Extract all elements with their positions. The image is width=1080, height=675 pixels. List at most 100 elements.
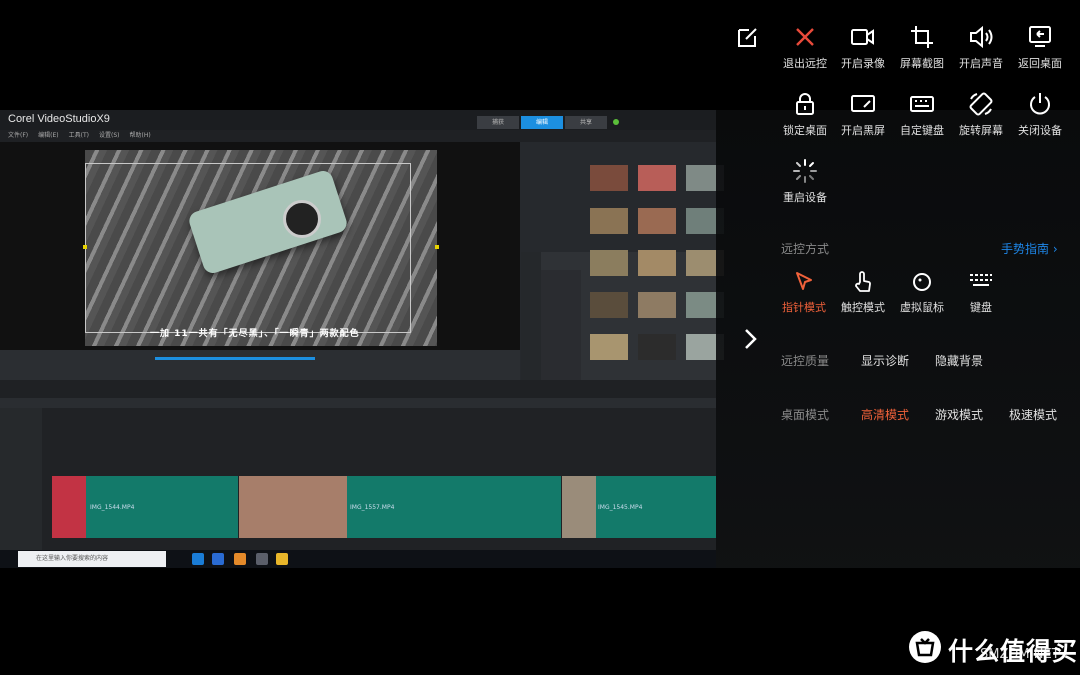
media-thumb[interactable]	[638, 165, 676, 191]
return-desktop-label: 返回桌面	[1018, 57, 1062, 70]
exit-remote-button[interactable]: 退出远控	[775, 24, 835, 71]
lock-desktop-button[interactable]: 锁定桌面	[775, 91, 835, 138]
media-thumb[interactable]	[590, 292, 628, 318]
rotate-icon	[969, 92, 993, 116]
screenshot-label: 屏幕截图	[900, 57, 944, 70]
return-desktop-icon	[1029, 26, 1051, 47]
blackscreen-label: 开启黑屏	[841, 124, 885, 137]
blackscreen-icon	[851, 95, 875, 112]
pointer-mode-label: 指针模式	[782, 301, 826, 314]
tab-share[interactable]: 共享	[565, 116, 607, 129]
pointer-icon	[796, 272, 812, 290]
edit-icon	[738, 28, 757, 47]
media-thumb[interactable]	[590, 334, 628, 360]
lock-desktop-label: 锁定桌面	[783, 124, 827, 137]
keyboard-icon	[910, 96, 934, 112]
word-icon[interactable]	[212, 553, 224, 565]
blackscreen-button[interactable]: 开启黑屏	[833, 91, 893, 138]
touch-icon	[855, 271, 871, 292]
desktop-mode-option[interactable]: 桌面模式	[781, 406, 829, 423]
timeline-ruler[interactable]	[0, 398, 716, 408]
power-icon	[1030, 93, 1050, 115]
menu-settings[interactable]: 设置(S)	[99, 130, 120, 142]
phone-camera	[283, 200, 321, 238]
keyboard-mode-label: 键盘	[970, 301, 992, 314]
video-subtitle: 一加 11一共有「无尽黑」、「一瞬青」两款配色	[150, 329, 360, 339]
media-thumb[interactable]	[590, 208, 628, 234]
panel-backdrop	[716, 110, 1080, 568]
tab-capture[interactable]: 捕获	[477, 116, 519, 129]
media-thumb[interactable]	[638, 250, 676, 276]
rotate-screen-label: 旋转屏幕	[959, 124, 1003, 137]
exit-remote-label: 退出远控	[783, 57, 827, 70]
clip-label: IMG_1544.MP4	[90, 504, 135, 511]
videostudio-icon[interactable]	[256, 553, 268, 565]
screenshot-button[interactable]: 屏幕截图	[892, 24, 952, 71]
clip-thumbnail	[239, 476, 347, 538]
media-thumb[interactable]	[590, 165, 628, 191]
menu-edit[interactable]: 编辑(E)	[38, 130, 58, 142]
playback-controls[interactable]	[0, 350, 520, 380]
remote-mode-title: 远控方式	[781, 242, 830, 256]
hd-mode-option[interactable]: 高清模式	[861, 406, 909, 423]
display-diagnostics-option[interactable]: 显示诊断	[861, 352, 909, 369]
restart-button[interactable]: 重启设备	[775, 158, 835, 205]
watermark-logo-icon	[909, 631, 941, 663]
touch-mode-button[interactable]: 触控模式	[833, 270, 893, 315]
return-desktop-button[interactable]: 返回桌面	[1010, 24, 1070, 71]
gesture-guide-link[interactable]: 手势指南 ›	[1001, 240, 1058, 257]
restart-icon	[793, 159, 817, 183]
app-title: Corel VideoStudioX9	[8, 113, 110, 125]
restart-label: 重启设备	[783, 191, 827, 204]
edge-icon[interactable]	[192, 553, 204, 565]
scrub-bar[interactable]	[155, 357, 315, 360]
crop-handle[interactable]	[83, 245, 87, 249]
clip-label: IMG_1557.MP4	[350, 504, 395, 511]
remote-quality-title: 远控质量	[781, 354, 830, 368]
app-tabs: 捕获 编辑 共享	[477, 116, 609, 129]
keyboard-mode-button[interactable]: 键盘	[951, 270, 1011, 315]
menu-file[interactable]: 文件(F)	[8, 130, 28, 142]
media-thumb[interactable]	[590, 250, 628, 276]
pointer-mode-button[interactable]: 指针模式	[774, 270, 834, 315]
track-headers	[0, 408, 42, 550]
record-label: 开启录像	[841, 57, 885, 70]
custom-keyboard-button[interactable]: 自定键盘	[892, 91, 952, 138]
tab-edit[interactable]: 编辑	[521, 116, 563, 129]
record-button[interactable]: 开启录像	[833, 24, 893, 71]
taskbar-search[interactable]: 在这里输入你要搜索的内容	[18, 551, 166, 567]
rotate-screen-button[interactable]: 旋转屏幕	[951, 91, 1011, 138]
clip-thumbnail	[562, 476, 596, 538]
hide-background-option[interactable]: 隐藏背景	[935, 352, 983, 369]
speed-mode-option[interactable]: 极速模式	[1009, 406, 1057, 423]
edit-button[interactable]	[718, 24, 778, 50]
folder-icon[interactable]	[276, 553, 288, 565]
virtual-mouse-button[interactable]: 虚拟鼠标	[892, 270, 952, 315]
media-thumb[interactable]	[638, 334, 676, 360]
screen: Corel VideoStudioX9 捕获 编辑 共享 文件(F) 编辑(E)…	[0, 0, 1080, 675]
game-mode-option[interactable]: 游戏模式	[935, 406, 983, 423]
custom-keyboard-label: 自定键盘	[900, 124, 944, 137]
media-thumb[interactable]	[638, 208, 676, 234]
sound-label: 开启声音	[959, 57, 1003, 70]
power-off-label: 关闭设备	[1018, 124, 1062, 137]
power-off-button[interactable]: 关闭设备	[1010, 91, 1070, 138]
watermark-subtext: SMZDM.NET	[980, 647, 1060, 662]
browser-icon[interactable]	[234, 553, 246, 565]
virtual-mouse-icon	[913, 273, 931, 291]
sound-button[interactable]: 开启声音	[951, 24, 1011, 71]
crop-handle[interactable]	[435, 245, 439, 249]
keyboard-mode-icon	[970, 274, 992, 286]
menu-help[interactable]: 帮助(H)	[129, 130, 150, 142]
clip-thumbnail	[52, 476, 86, 538]
media-thumb[interactable]	[638, 292, 676, 318]
menu-tools[interactable]: 工具(T)	[69, 130, 89, 142]
volume-icon	[970, 25, 993, 49]
chevron-right-icon[interactable]	[739, 323, 761, 355]
crop-icon	[911, 26, 933, 48]
virtual-mouse-label: 虚拟鼠标	[900, 301, 944, 314]
close-icon	[796, 28, 814, 46]
clip-label: IMG_1545.MP4	[598, 504, 643, 511]
app-menubar: 文件(F) 编辑(E) 工具(T) 设置(S) 帮助(H)	[0, 130, 716, 142]
lock-icon	[796, 93, 814, 115]
